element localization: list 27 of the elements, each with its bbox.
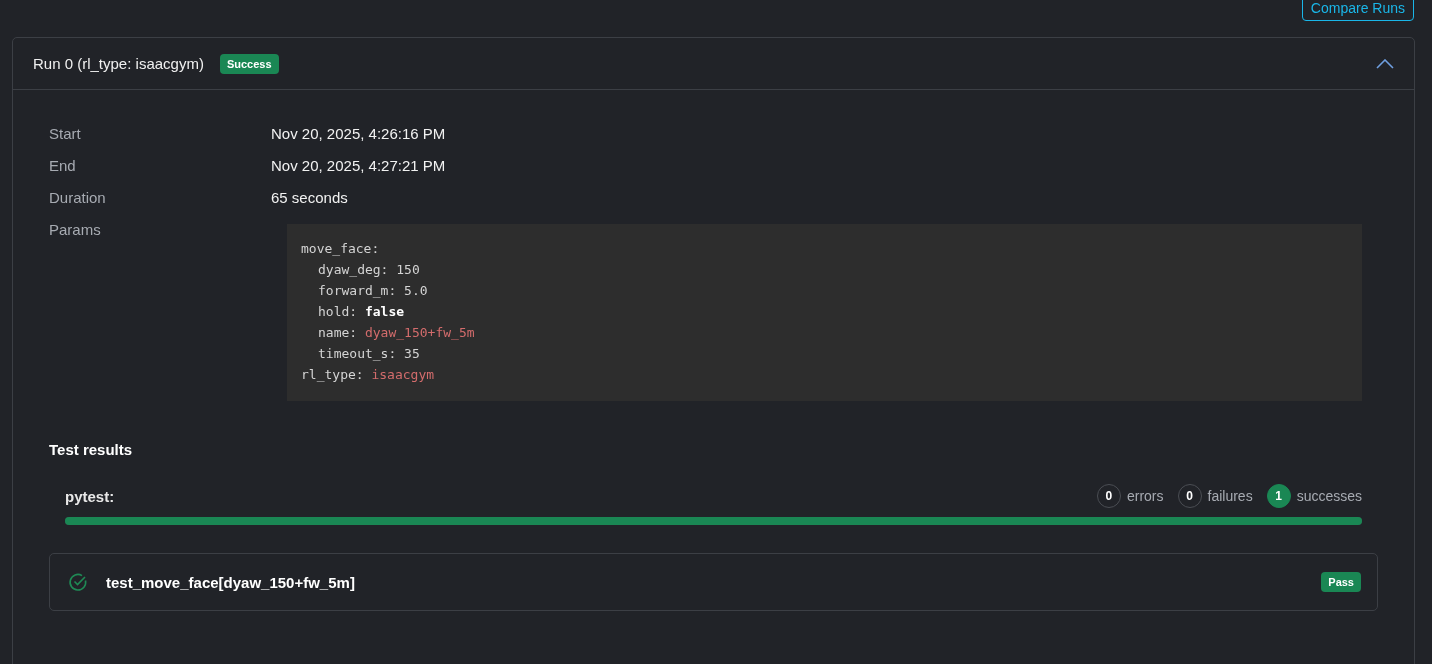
count-label: errors (1126, 488, 1164, 504)
count-label: failures (1207, 488, 1253, 504)
code-line: forward_m: 5.0 (318, 283, 428, 298)
detail-label: End (49, 156, 77, 176)
suite-name: pytest: (65, 487, 115, 505)
compare-runs-button[interactable]: Compare Runs (1301, 0, 1414, 21)
detail-value: 65 seconds (271, 188, 349, 208)
detail-value: Nov 20, 2025, 4:26:16 PM (271, 124, 447, 144)
code-line: rl_type: isaacgym (301, 367, 435, 382)
result-badge: Pass (1321, 572, 1361, 592)
run-title: Run 0 (rl_type: isaacgym) (33, 55, 204, 72)
status-badge: Success (219, 53, 279, 74)
code-line: move_face: (301, 241, 380, 256)
detail-label: Start (49, 124, 82, 144)
code-line: timeout_s: 35 (318, 346, 420, 361)
code-line: name: dyaw_150+fw_5m (318, 325, 475, 340)
collapse-icon[interactable] (1376, 58, 1394, 69)
detail-value: Nov 20, 2025, 4:27:21 PM (271, 156, 447, 176)
section-title: Test results (49, 441, 134, 458)
test-item[interactable]: test_move_face[dyaw_150+fw_5m] Pass (49, 553, 1378, 611)
detail-label: Params (49, 220, 102, 240)
detail-label: Duration (49, 188, 107, 208)
code-line: hold: false (318, 304, 405, 319)
test-name: test_move_face[dyaw_150+fw_5m] (106, 573, 355, 591)
count-badge: 1 (1266, 484, 1291, 508)
code-line: dyaw_deg: 150 (318, 262, 420, 277)
count-label: successes (1296, 488, 1362, 504)
